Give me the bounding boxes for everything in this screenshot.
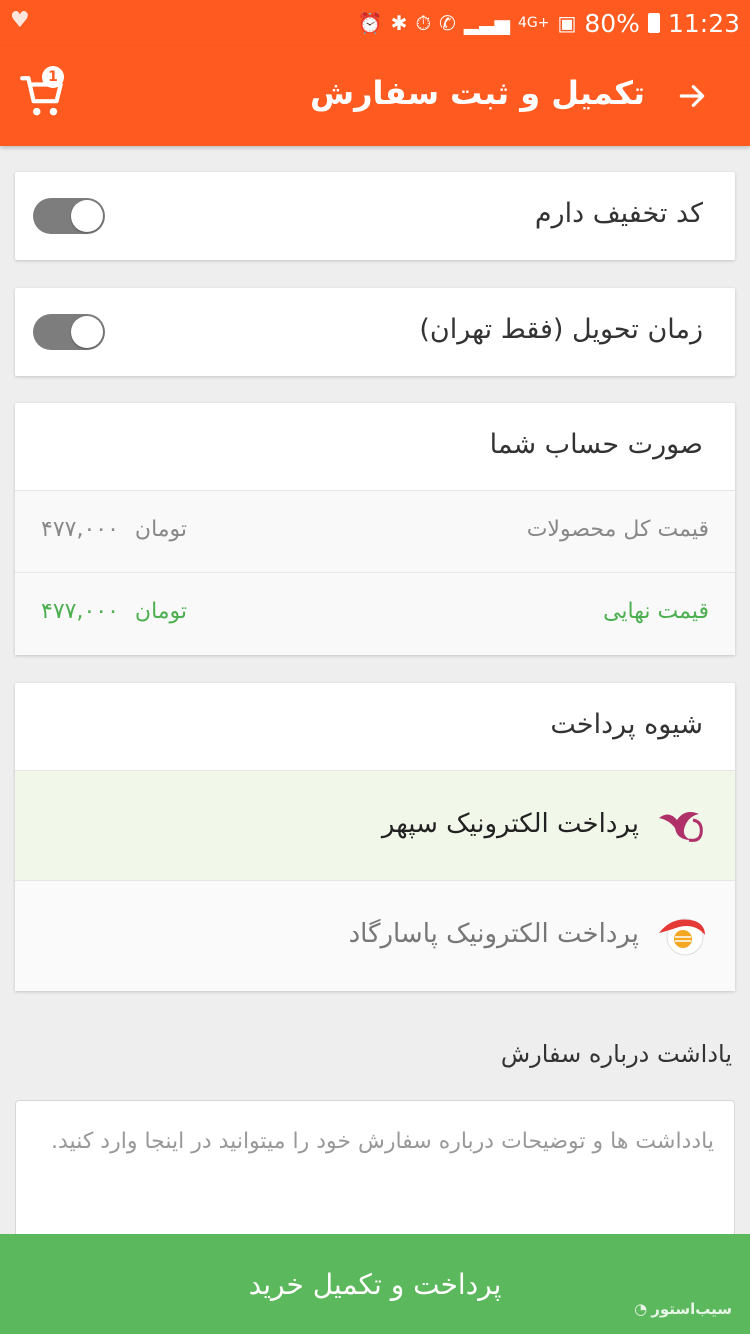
final-price-label: قیمت نهایی: [603, 599, 709, 624]
pay-and-complete-button[interactable]: پرداخت و تکمیل خرید: [0, 1234, 750, 1334]
status-time: 11:23: [667, 8, 740, 38]
signal-icon: ▂▃▅: [463, 11, 510, 35]
clock-icon: ⏱: [415, 11, 432, 35]
arrow-right-icon: [679, 85, 705, 107]
battery-icon: [647, 13, 660, 33]
pasargad-logo-icon: [655, 913, 709, 959]
alarm-icon: ⏰: [357, 11, 383, 35]
total-price-row: قیمت کل محصولات تومان ۴۷۷,۰۰۰: [15, 491, 735, 573]
total-currency: تومان: [134, 517, 188, 542]
network-label: 4G+: [517, 15, 550, 31]
signal-strength-icon: ▣: [557, 11, 577, 35]
toggle-thumb: [71, 200, 103, 232]
sepehr-logo-icon: [655, 803, 709, 849]
status-bar: ♥ ⏰ ✱ ⏱ ✆ ▂▃▅ 4G+ ▣ 80% 11:23: [0, 0, 750, 46]
app-bar: تکمیل و ثبت سفارش 1: [0, 46, 750, 146]
final-price-value: تومان ۴۷۷,۰۰۰: [41, 599, 187, 624]
payment-method-title: شیوه پرداخت: [550, 709, 703, 740]
payment-option-sepehr[interactable]: پرداخت الکترونیک سپهر: [15, 771, 735, 881]
delivery-time-card: زمان تحویل (فقط تهران): [15, 288, 735, 376]
heart-rate-icon: ♥: [10, 8, 30, 33]
delivery-time-label: زمان تحویل (فقط تهران): [419, 314, 703, 345]
bluetooth-icon: ✱: [390, 11, 408, 35]
final-price-row: قیمت نهایی تومان ۴۷۷,۰۰۰: [15, 573, 735, 655]
discount-label: کد تخفیف دارم: [534, 198, 703, 229]
back-button[interactable]: [672, 76, 712, 116]
invoice-card: صورت حساب شما قیمت کل محصولات تومان ۴۷۷,…: [15, 403, 735, 655]
order-note-box: [15, 1100, 735, 1250]
order-note-title: یاداشت درباره سفارش: [500, 1040, 732, 1068]
invoice-title: صورت حساب شما: [489, 429, 703, 460]
battery-percent: 80%: [584, 8, 640, 38]
payment-method-header: شیوه پرداخت: [15, 683, 735, 771]
delivery-time-toggle[interactable]: [33, 314, 107, 350]
toggle-thumb: [71, 316, 103, 348]
order-note-input[interactable]: [16, 1101, 734, 1249]
payment-option-label: پرداخت الکترونیک پاسارگاد: [348, 919, 639, 949]
payment-method-card: شیوه پرداخت پرداخت الکترونیک سپهر پرداخت…: [15, 683, 735, 991]
watermark-text: سیب‌استور: [651, 1300, 732, 1318]
cart-count-badge: 1: [42, 66, 64, 88]
payment-option-pasargad[interactable]: پرداخت الکترونیک پاسارگاد: [15, 881, 735, 991]
invoice-header: صورت حساب شما: [15, 403, 735, 491]
total-amount: ۴۷۷,۰۰۰: [41, 517, 119, 542]
cart-button[interactable]: 1: [18, 64, 74, 120]
watermark: سیب‌استور ◔: [634, 1300, 732, 1318]
watermark-logo-icon: ◔: [634, 1300, 648, 1318]
total-price-label: قیمت کل محصولات: [526, 517, 709, 542]
discount-toggle[interactable]: [33, 198, 107, 234]
final-currency: تومان: [134, 599, 188, 624]
call-icon: ✆: [439, 11, 456, 35]
page-title: تکمیل و ثبت سفارش: [309, 74, 645, 112]
total-price-value: تومان ۴۷۷,۰۰۰: [41, 517, 187, 542]
discount-card: کد تخفیف دارم: [15, 172, 735, 260]
final-amount: ۴۷۷,۰۰۰: [41, 599, 119, 624]
payment-option-label: پرداخت الکترونیک سپهر: [381, 809, 639, 839]
